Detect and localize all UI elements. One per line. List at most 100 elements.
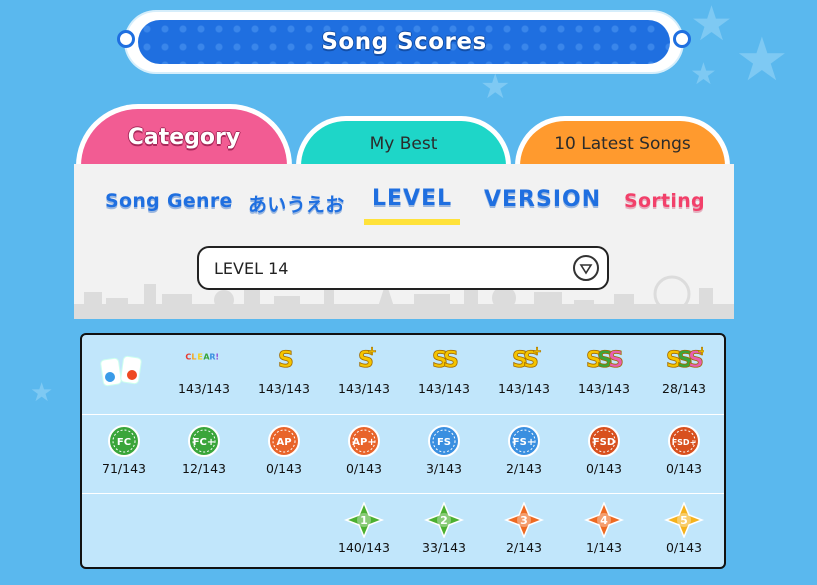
score-cell: FC 71/143 — [84, 415, 164, 494]
score-count: 3/143 — [425, 461, 463, 476]
svg-text:3: 3 — [520, 514, 528, 527]
filter-version[interactable]: VERSION — [484, 187, 601, 212]
svg-text:S: S — [608, 348, 624, 373]
filter-level[interactable]: LEVEL — [364, 186, 461, 225]
score-cell: FC+ 12/143 — [164, 415, 244, 494]
star-2-icon: 2 — [424, 502, 464, 538]
score-count: 1/143 — [585, 540, 623, 555]
score-cell: 5 0/143 — [644, 494, 724, 567]
svg-text:FC+: FC+ — [193, 437, 216, 448]
svg-text:FS+: FS+ — [513, 437, 535, 448]
score-cell: S S + 143/143 — [484, 335, 564, 414]
score-count: 2/143 — [505, 461, 543, 476]
title-dot-right-icon — [673, 30, 691, 48]
svg-text:5: 5 — [680, 514, 688, 527]
filter-sorting[interactable]: Sorting — [624, 190, 705, 212]
tab-category[interactable]: Category — [76, 104, 292, 166]
score-cell: 4 1/143 — [564, 494, 644, 567]
svg-text:FSD+: FSD+ — [672, 438, 697, 447]
score-cell: FSD 0/143 — [564, 415, 644, 494]
score-cell: FSD+ 0/143 — [644, 415, 724, 494]
filter-song-genre[interactable]: Song Genre — [105, 190, 233, 212]
clear-icon: C L E A R! — [185, 353, 219, 362]
background-star-icon: ★ — [480, 67, 511, 107]
svg-text:L: L — [191, 353, 196, 362]
background-star-icon: ★ — [30, 378, 54, 408]
title-bar: Song Scores — [138, 20, 670, 64]
ap-plus-icon: AP+ — [348, 425, 380, 457]
rank-row: C L E A R! 143/143 S 143/143 S +143/143 S S 143/143 S… — [82, 335, 724, 414]
score-count: 143/143 — [418, 381, 470, 396]
svg-text:+: + — [697, 344, 704, 358]
score-count: 140/143 — [338, 540, 390, 555]
svg-text:4: 4 — [600, 514, 608, 527]
svg-text:AP: AP — [276, 437, 291, 448]
svg-text:FS: FS — [437, 437, 451, 448]
tab-my-best-label: My Best — [369, 133, 438, 154]
score-count: 71/143 — [102, 461, 146, 476]
score-count: 0/143 — [345, 461, 383, 476]
star-1-icon: 1 — [344, 502, 384, 538]
title-banner: Song Scores — [117, 12, 691, 72]
score-count: 143/143 — [258, 381, 310, 396]
ap-icon: AP — [268, 425, 300, 457]
level-select-value: LEVEL 14 — [214, 259, 289, 278]
score-cell: AP+ 0/143 — [324, 415, 404, 494]
svg-text:!: ! — [215, 353, 219, 362]
score-count: 143/143 — [178, 381, 230, 396]
star-4-icon: 4 — [584, 502, 624, 538]
score-cell: C L E A R! 143/143 — [164, 335, 244, 414]
combo-row: FC 71/143 FC+ 12/143 AP 0/143 AP+ 0/143 FS 3/143 F… — [82, 414, 724, 494]
svg-text:S: S — [443, 348, 459, 373]
fsd-plus-icon: FSD+ — [668, 425, 700, 457]
score-count: 28/143 — [662, 381, 706, 396]
level-select[interactable]: LEVEL 14 — [197, 246, 609, 290]
rank-s-icon: S — [278, 348, 295, 374]
svg-text:FSD: FSD — [593, 437, 615, 448]
background-star-icon: ★ — [690, 0, 734, 52]
score-count: 0/143 — [585, 461, 623, 476]
score-count: 33/143 — [422, 540, 466, 555]
score-cell: 1 140/143 — [324, 494, 404, 567]
fc-icon: FC — [108, 425, 140, 457]
score-cell: FS 3/143 — [404, 415, 484, 494]
svg-text:R: R — [209, 353, 215, 362]
score-count: 143/143 — [498, 381, 550, 396]
background-star-icon: ★ — [690, 57, 717, 92]
score-count: 2/143 — [505, 540, 543, 555]
svg-text:+: + — [532, 344, 542, 358]
score-cell: S S 143/143 — [404, 335, 484, 414]
score-count: 143/143 — [338, 381, 390, 396]
rank-ss-icon: SS — [432, 348, 460, 374]
page-title: Song Scores — [321, 29, 487, 55]
svg-text:AP+: AP+ — [352, 437, 375, 448]
svg-text:E: E — [197, 353, 202, 362]
score-cell: FS+ 2/143 — [484, 415, 564, 494]
filter-aiueo[interactable]: あいうえお — [248, 190, 345, 217]
score-cell: AP 0/143 — [244, 415, 324, 494]
score-cell: S 143/143 — [244, 335, 324, 414]
fsd-icon: FSD — [588, 425, 620, 457]
rank-s-plus-icon: S+ — [358, 344, 378, 374]
tab-10-latest-songs[interactable]: 10 Latest Songs — [515, 116, 730, 166]
fc-plus-icon: FC+ — [188, 425, 220, 457]
score-cell: S S S 143/143 — [564, 335, 644, 414]
rank-sss-icon: SSS — [586, 348, 624, 374]
score-count: 12/143 — [182, 461, 226, 476]
score-cell: 2 33/143 — [404, 494, 484, 567]
title-dot-left-icon — [117, 30, 135, 48]
tab-my-best[interactable]: My Best — [296, 116, 511, 166]
svg-text:+: + — [367, 344, 377, 358]
fs-icon: FS — [428, 425, 460, 457]
mascot-icon — [100, 355, 142, 387]
mascot-icon — [84, 335, 164, 414]
score-count: 0/143 — [265, 461, 303, 476]
svg-text:S: S — [278, 348, 294, 373]
filter-panel: Song Genre あいうえお LEVEL VERSION Sorting L… — [74, 164, 734, 319]
dropdown-arrow-icon[interactable] — [573, 255, 599, 281]
score-grid: C L E A R! 143/143 S 143/143 S +143/143 S S 143/143 S… — [80, 333, 726, 569]
tab-latest-label: 10 Latest Songs — [554, 133, 691, 154]
svg-text:1: 1 — [360, 514, 368, 527]
score-cell: SSS+ 28/143 — [644, 335, 724, 414]
star-5-icon: 5 — [664, 502, 704, 538]
